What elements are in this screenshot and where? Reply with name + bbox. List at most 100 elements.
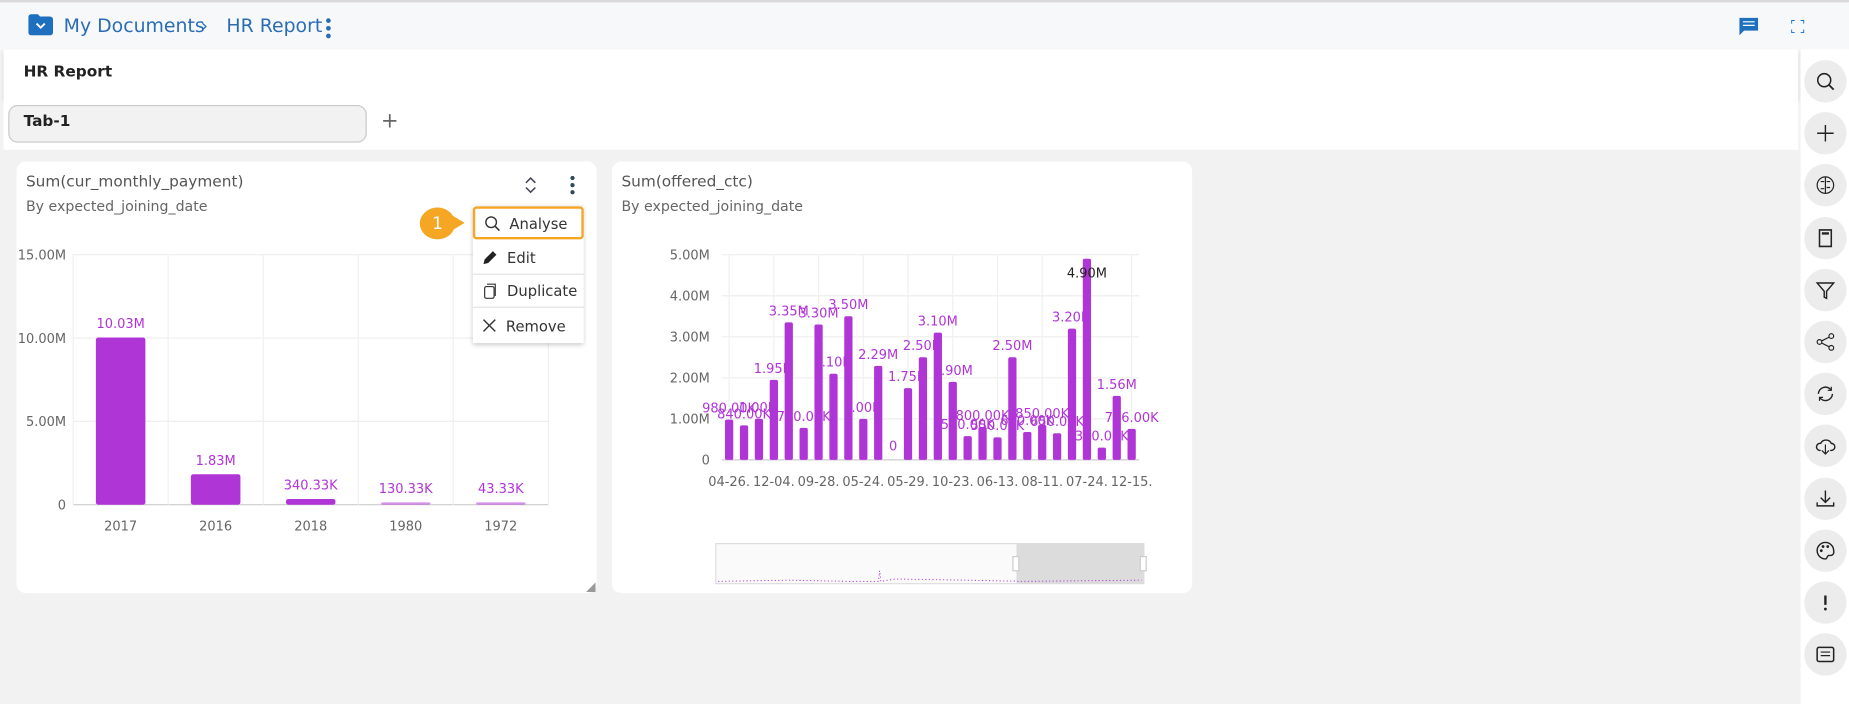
x-tick-label: 09-28. (798, 475, 840, 490)
brain-button[interactable] (1804, 164, 1847, 207)
data-label: 300.00K (1075, 430, 1129, 445)
sd-card-button[interactable] (1804, 216, 1847, 259)
tab-bar: Tab-1 + (3, 99, 1799, 150)
y-tick-label: 0 (702, 454, 710, 469)
palette-button[interactable] (1804, 529, 1847, 572)
kebab-menu-icon[interactable] (325, 18, 331, 39)
top-bar: My Documents › HR Report (0, 0, 1849, 50)
bar-chart: 01.00M2.00M3.00M4.00M5.00M04-26. 12-04. 09… (670, 248, 1159, 585)
sd-card-icon (1818, 228, 1833, 247)
folder-icon[interactable] (28, 14, 54, 36)
navigator-handle-left (1012, 555, 1020, 572)
data-label: 4.90M (1067, 267, 1107, 282)
filter-button[interactable] (1804, 268, 1847, 312)
share-icon (1816, 333, 1835, 351)
breadcrumb-my-documents[interactable]: My Documents (64, 14, 205, 36)
bar (1097, 447, 1106, 460)
menu-item-remove[interactable]: Remove (473, 309, 584, 342)
y-tick-label: 5.00M (670, 248, 710, 263)
navigator-selection (1016, 543, 1144, 584)
plus-icon (1817, 125, 1834, 142)
data-label: 756.00K (1105, 411, 1159, 426)
data-label: 1.56M (1097, 378, 1137, 393)
bar (1023, 431, 1032, 460)
plus-button[interactable] (1804, 112, 1847, 155)
chevron-right-icon: › (200, 14, 209, 37)
x-tick-label: 1980 (389, 520, 422, 535)
refresh-button[interactable] (1804, 372, 1847, 416)
y-tick-label: 4.00M (670, 289, 710, 304)
data-label: 3.50M (828, 298, 868, 313)
cloud-download-button[interactable] (1804, 424, 1847, 468)
y-tick-label: 15.00M (18, 248, 66, 263)
copy-icon (484, 283, 496, 299)
search-button[interactable] (1804, 60, 1847, 103)
comment-icon[interactable] (1739, 17, 1759, 36)
menu-label: Analyse (509, 214, 568, 232)
fullscreen-icon[interactable] (1791, 20, 1805, 34)
data-label: 1.90M (933, 364, 973, 379)
share-button[interactable] (1804, 320, 1847, 364)
x-tick-label: 2018 (294, 520, 327, 535)
bar (95, 337, 146, 505)
bar (1112, 395, 1121, 460)
y-tick-label: 2.00M (670, 372, 710, 387)
bar (918, 357, 928, 460)
resize-handle-icon[interactable] (586, 582, 596, 592)
add-tab-button[interactable]: + (381, 108, 399, 133)
report-title: HR Report (23, 63, 113, 82)
bar (993, 437, 1002, 460)
info-button[interactable] (1804, 581, 1847, 624)
x-tick-label: 2016 (199, 520, 232, 535)
bar (739, 425, 749, 460)
y-tick-label: 5.00M (26, 415, 66, 430)
search-icon (485, 215, 500, 231)
menu-item-duplicate[interactable]: Duplicate (472, 275, 584, 308)
data-label: 340.33K (284, 479, 338, 494)
x-tick-label: 10-23. (932, 475, 974, 490)
brain-icon (1816, 176, 1835, 195)
data-label: 1.83M (196, 454, 236, 469)
message-icon (1816, 646, 1835, 663)
report-header: HR Report (3, 49, 1799, 100)
close-icon (482, 319, 496, 332)
bar (829, 373, 838, 460)
data-label: 43.33K (478, 482, 524, 497)
tab-1[interactable]: Tab-1 (8, 104, 367, 143)
bar (814, 324, 823, 460)
cloud-download-icon (1815, 439, 1836, 456)
x-tick-label: 05-29. (887, 475, 929, 490)
data-label: 3.10M (918, 315, 958, 330)
right-toolbar (1800, 49, 1849, 704)
data-label: 2.50M (992, 339, 1032, 354)
menu-item-edit[interactable]: Edit (472, 242, 584, 275)
bar (724, 419, 734, 460)
menu-label: Remove (505, 316, 566, 335)
step-callout: 1 (419, 207, 465, 240)
menu-item-analyse[interactable]: Analyse (472, 206, 584, 240)
navigator-handle-right (1139, 555, 1147, 572)
x-tick-label: 12-15. (1111, 475, 1153, 490)
bar (903, 388, 913, 460)
y-tick-label: 0 (58, 498, 66, 513)
bar (784, 322, 793, 460)
data-label: 2.29M (858, 348, 898, 363)
menu-label: Duplicate (507, 281, 578, 300)
bar (190, 474, 241, 505)
data-label: 0 (889, 439, 897, 454)
x-tick-label: 08-11. (1021, 475, 1063, 490)
chart-card-offered-ctc: Sum(offered_ctc) By expected_joining_dat… (612, 161, 1193, 594)
bar (754, 418, 764, 460)
data-label: 650.00K (1030, 415, 1084, 430)
download-button[interactable] (1804, 477, 1847, 520)
message-button[interactable] (1804, 633, 1847, 676)
breadcrumb-current[interactable]: HR Report (226, 14, 322, 36)
card-context-menu: Analyse Edit Duplicate Remove (472, 206, 584, 344)
menu-label: Edit (507, 248, 536, 267)
bar (799, 427, 808, 460)
x-tick-label: 12-04. (753, 475, 795, 490)
bar (380, 502, 431, 505)
x-tick-label: 07-24. (1066, 475, 1108, 490)
x-tick-label: 05-24. (842, 475, 884, 490)
bar (874, 365, 883, 460)
